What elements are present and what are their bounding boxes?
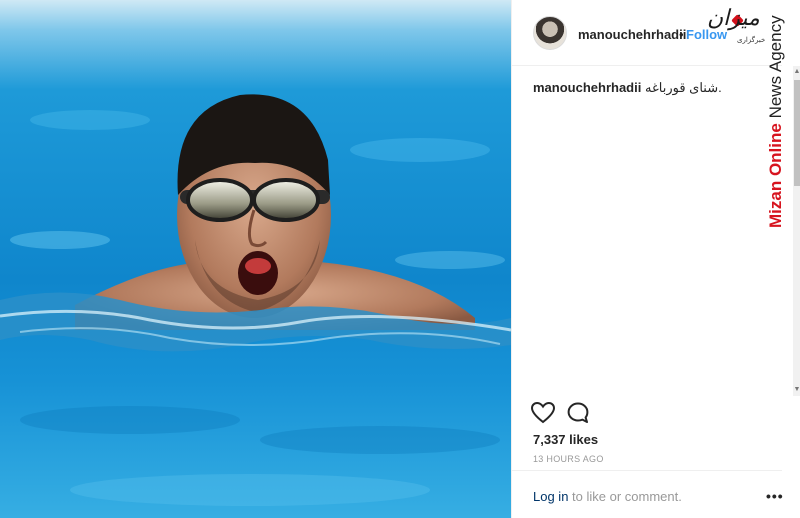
- post-panel: manouchehrhadii • Follow manouchehrhadii…: [511, 0, 800, 518]
- caption-text: شنای قورباغه.: [644, 80, 722, 95]
- watermark-brand: Mizan Online: [766, 123, 785, 228]
- post-caption: manouchehrhadii شنای قورباغه.: [533, 80, 722, 96]
- likes-count[interactable]: 7,337 likes: [533, 432, 598, 447]
- post-timestamp: 13 HOURS AGO: [533, 454, 604, 464]
- more-options-icon[interactable]: •••: [766, 488, 784, 504]
- logo-subtext: خبرگزاری: [737, 37, 766, 44]
- heart-icon[interactable]: [530, 401, 556, 425]
- user-avatar[interactable]: [533, 16, 567, 50]
- news-agency-logo: میزان خبرگزاری: [707, 6, 765, 46]
- logo-text: میزان: [707, 6, 760, 31]
- post-actions: [530, 400, 610, 426]
- swimmer-photo: [0, 94, 511, 506]
- login-prompt: Log in to like or comment.: [533, 489, 682, 504]
- caption-username[interactable]: manouchehrhadii: [533, 80, 641, 95]
- post-photo[interactable]: [0, 0, 511, 518]
- username-link[interactable]: manouchehrhadii: [578, 27, 686, 42]
- watermark-suffix: News Agency: [766, 15, 785, 124]
- scroll-thumb[interactable]: [794, 80, 800, 186]
- login-prompt-text: to like or comment.: [568, 489, 682, 504]
- post-footer: Log in to like or comment. •••: [512, 470, 784, 518]
- separator-dot: •: [679, 27, 684, 42]
- login-link[interactable]: Log in: [533, 489, 568, 504]
- scroll-up-arrow-icon[interactable]: ▲: [793, 68, 800, 76]
- news-agency-watermark: Mizan Online News Agency: [764, 3, 788, 228]
- scroll-down-arrow-icon[interactable]: ▼: [793, 386, 800, 394]
- comment-bubble-icon[interactable]: [566, 401, 590, 425]
- comments-scrollbar[interactable]: ▲ ▼: [793, 66, 800, 396]
